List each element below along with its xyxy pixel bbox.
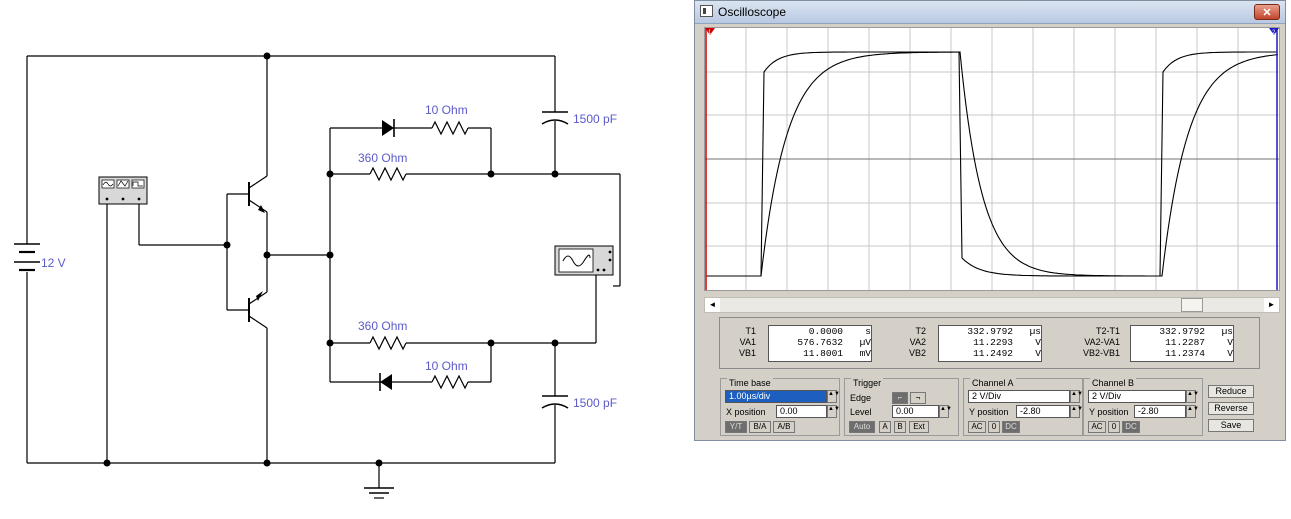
circuit-schematic: 1500 pF 1500 pF 10 Ohm 360 Ohm 360 Ohm 1…: [14, 52, 621, 499]
t1-unit: s: [865, 326, 871, 337]
trigger-ext-button[interactable]: Ext: [909, 421, 929, 433]
t2-value: 332.9792: [967, 326, 1013, 337]
channel-b-ypos-spinner-icon[interactable]: ▲▼: [1186, 405, 1199, 418]
reduce-button[interactable]: Reduce: [1208, 385, 1254, 398]
channel-a-ypos-spinner-icon[interactable]: ▲▼: [1070, 405, 1083, 418]
function-generator-icon[interactable]: [98, 176, 148, 205]
vb2-unit: V: [1035, 348, 1041, 359]
va2-unit: V: [1035, 337, 1041, 348]
trigger-title: Trigger: [851, 378, 884, 388]
channel-a-scale-select[interactable]: 2 V/Div: [968, 390, 1070, 403]
trigger-auto-button[interactable]: Auto: [849, 421, 875, 433]
channel-b-ypos-label: Y position: [1089, 407, 1129, 417]
dvb-value: 11.2374: [1165, 348, 1205, 359]
measurement-readout: T1 VA1 VB1 0.0000 s 576.7632 µV 11.8001 mV …: [719, 317, 1260, 369]
dt-label: T2-T1: [1095, 326, 1120, 336]
readout-box-1: 0.0000 s 576.7632 µV 11.8001 mV: [768, 325, 872, 362]
resistor-360-bottom-label: 360 Ohm: [358, 319, 407, 333]
yt-button[interactable]: Y/T: [725, 421, 747, 433]
dvb-label: VB2-VB1: [1082, 348, 1120, 358]
xposition-spinner-icon[interactable]: ▲▼: [827, 405, 840, 418]
dva-unit: V: [1227, 337, 1233, 348]
trigger-level-input[interactable]: 0.00: [892, 405, 939, 418]
window-title: Oscilloscope: [718, 5, 787, 19]
xposition-input[interactable]: 0.00: [776, 405, 827, 418]
va2-label: VA2: [909, 337, 926, 347]
channel-a-scale-spinner-icon[interactable]: ▲▼: [1070, 390, 1083, 403]
save-button[interactable]: Save: [1208, 419, 1254, 432]
t2-label: T2: [915, 326, 926, 336]
channel-b-dc-button[interactable]: DC: [1122, 421, 1140, 433]
dt-unit: µs: [1221, 326, 1233, 337]
trigger-group: Trigger Edge ⌐ ¬ Level 0.00 ▲▼ Auto A B …: [844, 378, 959, 436]
vb1-unit: mV: [859, 348, 871, 359]
trigger-edge-label: Edge: [850, 393, 872, 403]
channel-a-title: Channel A: [970, 378, 1016, 388]
oscilloscope-instrument-icon[interactable]: [554, 245, 614, 276]
channel-a-zero-button[interactable]: 0: [988, 421, 1000, 433]
resistor-10-bottom-label: 10 Ohm: [425, 359, 468, 373]
vb2-label: VB2: [908, 348, 926, 358]
readout-box-2: 332.9792 µs 11.2293 V 11.2492 V: [938, 325, 1042, 362]
timebase-group: Time base 1.00µs/div ▲▼ X position 0.00 …: [720, 378, 840, 436]
channel-a-ypos-label: Y position: [969, 407, 1009, 417]
scope-grid: [705, 28, 1279, 290]
scroll-right-icon[interactable]: ►: [1264, 298, 1279, 312]
timebase-xpos-label: X position: [726, 407, 766, 417]
channel-a-ypos-input[interactable]: -2.80: [1016, 405, 1070, 418]
falling-edge-icon[interactable]: ¬: [910, 392, 926, 404]
oscilloscope-screen: 1 2: [704, 27, 1280, 291]
battery-label: 12 V: [41, 256, 66, 270]
channel-b-group: Channel B 2 V/Div ▲▼ Y position -2.80 ▲▼…: [1083, 378, 1203, 436]
capacitor-top-label: 1500 pF: [573, 112, 617, 126]
channel-a-group: Channel A 2 V/Div ▲▼ Y position -2.80 ▲▼…: [963, 378, 1083, 436]
channel-a-ac-button[interactable]: AC: [968, 421, 986, 433]
channel-b-ac-button[interactable]: AC: [1088, 421, 1106, 433]
dva-label: VA2-VA1: [1084, 337, 1120, 347]
va1-value: 576.7632: [797, 337, 843, 348]
t1-value: 0.0000: [808, 326, 843, 337]
vb1-value: 11.8001: [803, 348, 843, 359]
trigger-level-spinner-icon[interactable]: ▲▼: [939, 405, 952, 418]
channel-a-dc-button[interactable]: DC: [1002, 421, 1020, 433]
dva-value: 11.2287: [1165, 337, 1205, 348]
dt-value: 332.9792: [1159, 326, 1205, 337]
vb2-value: 11.2492: [973, 348, 1013, 359]
horizontal-scrollbar[interactable]: ◄ ►: [704, 297, 1280, 313]
resistor-10-top-label: 10 Ohm: [425, 103, 468, 117]
trigger-b-button[interactable]: B: [894, 421, 906, 433]
t1-label: T1: [745, 326, 756, 336]
va1-unit: µV: [859, 337, 871, 348]
window-icon: [700, 5, 713, 17]
dvb-unit: V: [1227, 348, 1233, 359]
channel-b-title: Channel B: [1090, 378, 1137, 388]
close-button[interactable]: ✕: [1254, 4, 1280, 20]
rising-edge-icon[interactable]: ⌐: [892, 392, 908, 404]
ba-button[interactable]: B/A: [749, 421, 771, 433]
timebase-select[interactable]: 1.00µs/div: [725, 390, 827, 403]
t2-unit: µs: [1029, 326, 1041, 337]
reverse-button[interactable]: Reverse: [1208, 402, 1254, 415]
channel-b-zero-button[interactable]: 0: [1108, 421, 1120, 433]
timebase-spinner-icon[interactable]: ▲▼: [827, 390, 840, 403]
readout-box-3: 332.9792 µs 11.2287 V 11.2374 V: [1130, 325, 1234, 362]
va1-label: VA1: [739, 337, 756, 347]
title-bar[interactable]: Oscilloscope ✕: [695, 1, 1285, 24]
scroll-left-icon[interactable]: ◄: [705, 298, 720, 312]
channel-b-scale-select[interactable]: 2 V/Div: [1088, 390, 1186, 403]
oscilloscope-window: Oscilloscope ✕ 1 2 ◄ ► T1 VA1 VB1 0.0000…: [694, 0, 1286, 441]
capacitor-bottom-label: 1500 pF: [573, 396, 617, 410]
trigger-level-label: Level: [850, 407, 872, 417]
channel-b-scale-spinner-icon[interactable]: ▲▼: [1186, 390, 1199, 403]
resistor-360-top-label: 360 Ohm: [358, 151, 407, 165]
trigger-a-button[interactable]: A: [879, 421, 891, 433]
channel-b-ypos-input[interactable]: -2.80: [1134, 405, 1186, 418]
scrollbar-thumb[interactable]: [1181, 298, 1203, 312]
va2-value: 11.2293: [973, 337, 1013, 348]
vb1-label: VB1: [738, 348, 756, 358]
timebase-title: Time base: [727, 378, 773, 388]
ab-button[interactable]: A/B: [773, 421, 795, 433]
